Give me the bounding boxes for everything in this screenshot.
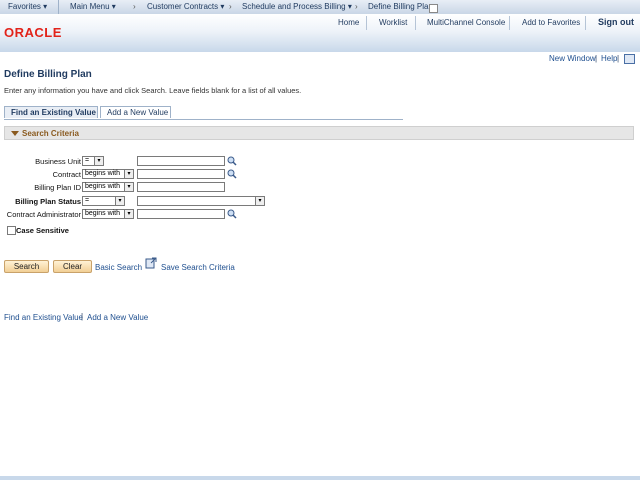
breadcrumb-divider <box>58 0 59 14</box>
help-link[interactable]: Help <box>601 54 617 63</box>
tab-add-new[interactable]: Add a New Value <box>100 106 171 118</box>
lookup-search-icon[interactable] <box>227 156 237 166</box>
header-divider <box>585 16 586 30</box>
dropdown-arrow-icon: ▾ <box>124 210 133 218</box>
contract-admin-label: Contract Administrator <box>6 210 81 219</box>
billing-plan-id-label: Billing Plan ID <box>34 183 81 192</box>
oracle-logo: ORACLE <box>4 25 62 40</box>
tab-add-label: Add a New Value <box>107 108 169 117</box>
customer-contracts-menu[interactable]: Customer Contracts ▾ <box>147 2 224 11</box>
favorites-label: Favorites <box>8 2 41 11</box>
clear-button-label: Clear <box>62 262 83 271</box>
chevron-right-icon: › <box>229 2 232 11</box>
tab-find-label: Find an Existing Value <box>11 108 96 117</box>
header: ORACLE Home Worklist MultiChannel Consol… <box>0 14 640 52</box>
favorites-menu[interactable]: Favorites ▾ <box>8 2 47 11</box>
save-search-criteria-link[interactable]: Save Search Criteria <box>161 263 235 272</box>
clear-button[interactable]: Clear <box>53 260 92 273</box>
footer-add-new-link[interactable]: Add a New Value <box>87 313 148 322</box>
schedule-billing-label: Schedule and Process Billing <box>242 2 346 11</box>
link-divider: | <box>81 312 84 321</box>
business-unit-operator[interactable]: = ▾ <box>82 156 104 166</box>
chevron-right-icon: › <box>355 2 358 11</box>
add-to-favorites-link[interactable]: Add to Favorites <box>522 18 580 27</box>
search-criteria-section[interactable]: Search Criteria <box>4 126 634 140</box>
operator-value: begins with <box>85 170 121 177</box>
search-button[interactable]: Search <box>4 260 49 273</box>
contract-input[interactable] <box>137 169 225 179</box>
page-instructions: Enter any information you have and click… <box>4 86 302 95</box>
customize-page-icon[interactable] <box>624 54 635 64</box>
taskbar-strip <box>0 476 640 480</box>
business-unit-label: Business Unit <box>35 157 81 166</box>
dropdown-arrow-icon: ▾ <box>115 197 124 205</box>
contract-label: Contract <box>52 170 81 179</box>
header-divider <box>366 16 367 30</box>
customer-contracts-label: Customer Contracts <box>147 2 219 11</box>
operator-value: = <box>85 157 90 164</box>
save-search-icon[interactable] <box>145 257 157 269</box>
multichannel-console-link[interactable]: MultiChannel Console <box>427 18 505 27</box>
operator-value: begins with <box>85 210 121 217</box>
basic-search-link[interactable]: Basic Search <box>95 263 142 272</box>
operator-value: = <box>85 197 90 204</box>
lookup-search-icon[interactable] <box>227 169 237 179</box>
schedule-billing-menu[interactable]: Schedule and Process Billing ▾ <box>242 2 352 11</box>
link-divider: | <box>617 54 620 63</box>
page-icon[interactable] <box>429 4 438 13</box>
link-divider: | <box>595 54 598 63</box>
tab-find-existing[interactable]: Find an Existing Value <box>4 106 98 118</box>
header-divider <box>415 16 416 30</box>
billing-plan-status-select[interactable]: ▾ <box>137 196 265 206</box>
case-sensitive-label: Case Sensitive <box>16 226 69 235</box>
sign-out-link[interactable]: Sign out <box>598 17 634 27</box>
footer-find-existing-link[interactable]: Find an Existing Value <box>4 313 83 322</box>
tab-underline <box>4 119 403 120</box>
worklist-link[interactable]: Worklist <box>379 18 407 27</box>
header-divider <box>509 16 510 30</box>
billing-plan-status-operator[interactable]: = ▾ <box>82 196 125 206</box>
breadcrumb-current: Define Billing Plan <box>368 2 433 11</box>
main-menu-label: Main Menu <box>70 2 110 11</box>
contract-admin-input[interactable] <box>137 209 225 219</box>
billing-plan-id-operator[interactable]: begins with ▾ <box>82 182 134 192</box>
contract-admin-operator[interactable]: begins with ▾ <box>82 209 134 219</box>
operator-value: begins with <box>85 183 121 190</box>
breadcrumb: Favorites ▾ Main Menu ▾ › Customer Contr… <box>0 0 640 15</box>
search-button-label: Search <box>13 262 40 271</box>
lookup-search-icon[interactable] <box>227 209 237 219</box>
case-sensitive-checkbox[interactable] <box>7 226 16 235</box>
business-unit-input[interactable] <box>137 156 225 166</box>
dropdown-arrow-icon: ▾ <box>124 183 133 191</box>
home-link[interactable]: Home <box>338 18 359 27</box>
main-menu[interactable]: Main Menu ▾ <box>70 2 116 11</box>
dropdown-arrow-icon: ▾ <box>124 170 133 178</box>
page-title: Define Billing Plan <box>4 69 92 80</box>
dropdown-arrow-icon: ▾ <box>255 197 264 205</box>
billing-plan-id-input[interactable] <box>137 182 225 192</box>
new-window-link[interactable]: New Window <box>549 54 596 63</box>
contract-operator[interactable]: begins with ▾ <box>82 169 134 179</box>
dropdown-arrow-icon: ▾ <box>94 157 103 165</box>
chevron-right-icon: › <box>133 2 136 11</box>
collapse-arrow-icon[interactable] <box>11 131 19 136</box>
billing-plan-status-label: Billing Plan Status <box>15 197 81 206</box>
section-title: Search Criteria <box>22 129 79 138</box>
